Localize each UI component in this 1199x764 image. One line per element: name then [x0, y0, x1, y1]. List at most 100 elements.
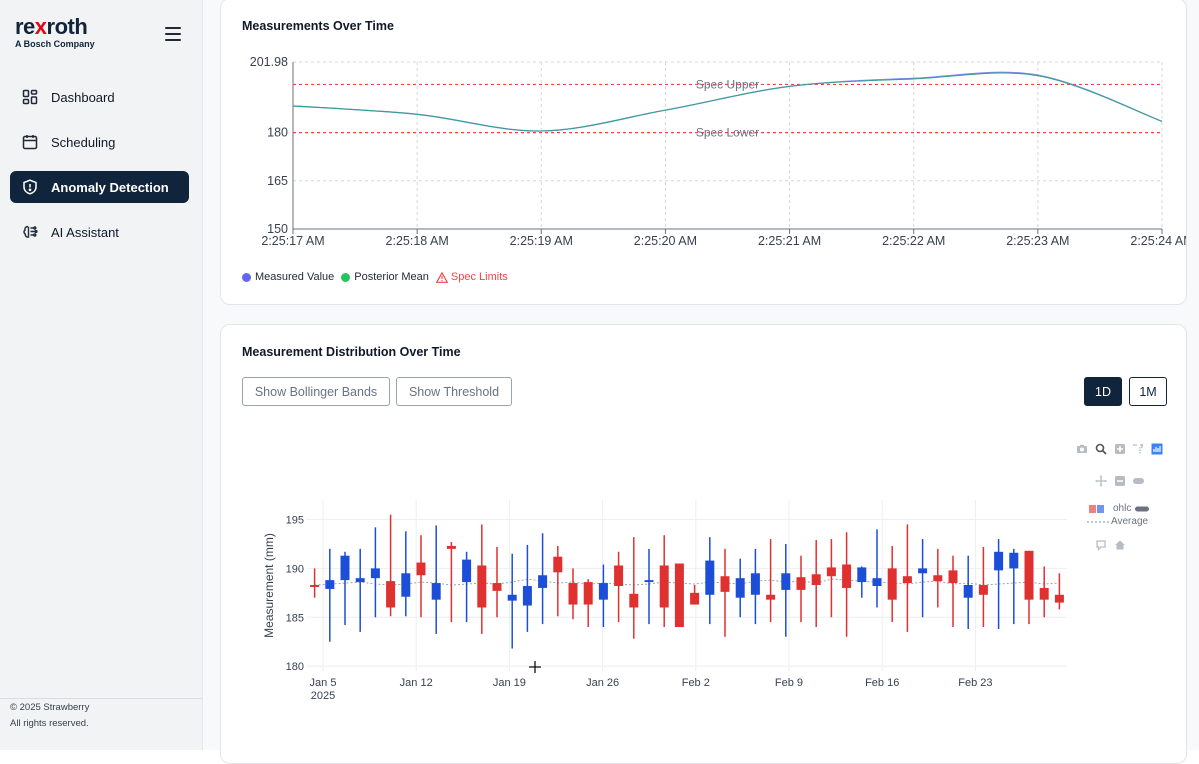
candle [629, 537, 639, 639]
x-tick-label: Feb 9 [775, 677, 803, 689]
candle-body [629, 593, 639, 608]
dashboard-icon [22, 89, 38, 105]
candle-body [386, 581, 396, 608]
candle-body [948, 570, 958, 584]
legend-item-measured[interactable]: Measured Value [242, 271, 334, 283]
candle [401, 531, 411, 617]
x-tick-label: 2:25:19 AM [510, 234, 573, 248]
candle-body [416, 562, 426, 576]
sidebar-item-label: Scheduling [51, 134, 116, 150]
candlestick-legend: ohlc Average [1087, 503, 1150, 527]
zoom-out-icon[interactable] [1114, 475, 1126, 487]
candle-body [842, 564, 852, 588]
candle-body [750, 573, 760, 595]
brand-logo[interactable]: rexroth A Bosch Company [15, 15, 95, 50]
candle [720, 548, 730, 637]
candle [370, 527, 380, 618]
autoscale-icon[interactable] [1132, 475, 1144, 487]
candle-body [872, 578, 882, 586]
candle-body [1009, 552, 1019, 569]
sidebar-item-ai-assistant[interactable]: AI Assistant [10, 216, 189, 248]
candle-body [370, 568, 380, 579]
legend-item-average[interactable]: Average [1087, 516, 1149, 527]
candle-body [431, 583, 441, 600]
candle [826, 539, 836, 618]
candle-body [690, 592, 700, 605]
x-tick-label: Feb 23 [958, 677, 992, 689]
x-tick-label: 2:25:17 AM [261, 234, 324, 248]
candle [963, 555, 973, 629]
rights-text: All rights reserved. [10, 718, 89, 729]
candlestick-chart[interactable]: 180 185 190 195 Jan 5 Jan 12 Jan 19 Jan 26 Feb 2… [221, 325, 1186, 715]
ohlc-legend-icon [1089, 504, 1104, 513]
x-tick-label: Jan 19 [493, 677, 526, 689]
home-icon[interactable] [1114, 539, 1126, 551]
candle-body [811, 574, 821, 586]
candle-body [1054, 594, 1064, 603]
select-icon[interactable] [1132, 443, 1144, 455]
candle-body [781, 573, 791, 590]
spec-limit-label: Spec Upper [696, 77, 759, 91]
camera-icon[interactable] [1076, 443, 1088, 455]
candle-body [918, 568, 928, 574]
sidebar-item-dashboard[interactable]: Dashboard [10, 81, 189, 113]
sidebar-item-scheduling[interactable]: Scheduling [10, 126, 189, 158]
candle-body [902, 576, 912, 584]
candle [325, 548, 335, 642]
menu-toggle-button[interactable] [165, 27, 181, 41]
candle [614, 551, 624, 623]
legend-item-ohlc[interactable]: ohlc [1087, 503, 1150, 514]
legend-item-spec-limits[interactable]: Spec Limits [435, 271, 508, 283]
zoom-icon[interactable] [1095, 443, 1107, 455]
toggle-icon [1135, 506, 1150, 511]
candle-body [553, 556, 563, 573]
hover-compare-icon[interactable] [1095, 539, 1107, 551]
candle [583, 579, 593, 628]
average-line [314, 578, 1060, 586]
candle-body [462, 559, 472, 583]
candle-body [674, 563, 684, 628]
measurement-distribution-card: Measurement Distribution Over Time Show … [220, 324, 1187, 764]
legend-item-posterior[interactable]: Posterior Mean [341, 271, 429, 283]
x-tick-label: Jan 5 [310, 677, 337, 689]
candle [522, 544, 532, 632]
candle-body [325, 580, 335, 589]
candle-body [568, 583, 578, 605]
candle-body [796, 577, 806, 590]
main-content: Measurements Over Time 150 165 180 201.98 2:… [203, 0, 1199, 764]
candle [492, 546, 502, 618]
candle [386, 514, 396, 617]
candle [842, 532, 852, 637]
candle-body [735, 578, 745, 598]
calendar-icon [22, 135, 38, 150]
average-legend-line [1087, 520, 1109, 523]
pan-icon[interactable] [1095, 475, 1107, 487]
candle-body [598, 583, 608, 600]
candle [416, 535, 426, 618]
chart-legend: Measured Value Posterior Mean Spec Limit… [242, 271, 515, 283]
legend-label: Posterior Mean [354, 271, 429, 283]
candle-body [538, 575, 548, 588]
candle-body [994, 551, 1004, 571]
zoom-in-icon[interactable] [1114, 443, 1126, 455]
candle-body [887, 568, 897, 600]
candle-body [963, 585, 973, 598]
candle [310, 568, 320, 598]
candle-body [583, 582, 593, 605]
candle [568, 568, 578, 620]
candle [1024, 550, 1034, 625]
y-tick-label: 190 [286, 563, 304, 575]
bar-chart-icon[interactable] [1151, 443, 1163, 455]
sidebar-item-anomaly-detection[interactable]: Anomaly Detection [10, 171, 189, 203]
candle [644, 548, 654, 625]
candle [1039, 566, 1049, 618]
candle-body [401, 573, 411, 597]
x-tick-label: Jan 26 [586, 677, 619, 689]
candle-body [507, 594, 517, 601]
candle [735, 558, 745, 618]
measurements-line-chart[interactable]: 150165180201.982:25:17 AM 2:25:18 AM 2:25:… [221, 0, 1186, 259]
x-tick-label: 2:25:21 AM [758, 234, 821, 248]
candle-body [1039, 587, 1049, 600]
candle-body [933, 575, 943, 582]
y-axis-label: Measurement (mm) [262, 533, 276, 638]
